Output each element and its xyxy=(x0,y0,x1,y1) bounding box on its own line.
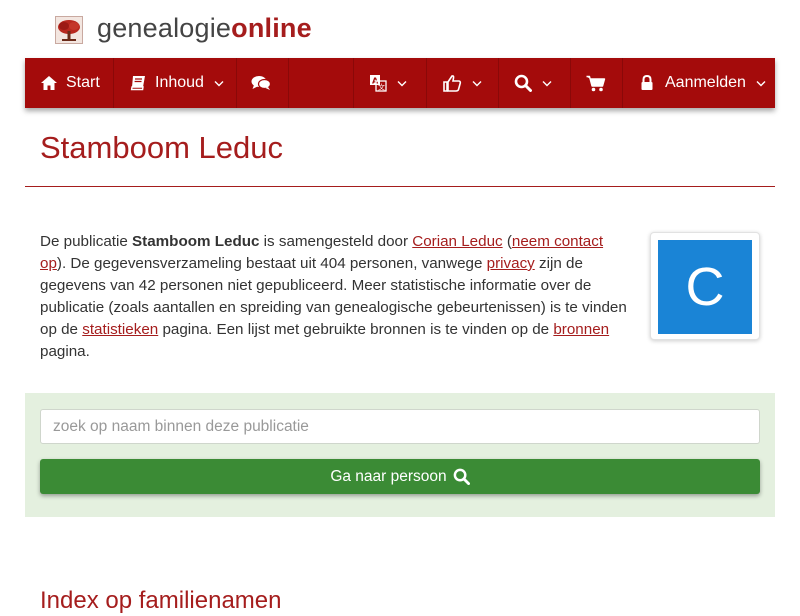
publication-intro: De publicatie Stamboom Leduc is samenges… xyxy=(40,231,630,363)
go-to-person-label: Ga naar persoon xyxy=(330,467,447,485)
intro-text: ). De gegevensverzameling bestaat uit 40… xyxy=(56,255,487,272)
home-icon xyxy=(40,75,58,91)
nav-contents-label: Inhoud xyxy=(155,74,204,91)
person-search-input[interactable] xyxy=(40,409,760,444)
logo-text-genealogie: genealogie xyxy=(97,13,232,43)
nav-share[interactable] xyxy=(442,58,482,108)
intro-text: is samengesteld door xyxy=(259,233,413,250)
nav-login-label: Aanmelden xyxy=(665,74,746,91)
chevron-down-icon xyxy=(756,80,766,87)
nav-language[interactable]: A文 xyxy=(369,58,407,108)
chevron-down-icon xyxy=(214,80,224,87)
thumbs-up-icon xyxy=(442,74,462,92)
nav-divider xyxy=(353,58,354,108)
nav-divider xyxy=(426,58,427,108)
nav-search[interactable] xyxy=(514,58,552,108)
book-icon xyxy=(130,75,147,91)
language-icon: A文 xyxy=(369,74,387,92)
intro-text: pagina. xyxy=(40,343,90,360)
logo-tree-icon[interactable] xyxy=(55,16,83,44)
nav-login[interactable]: Aanmelden xyxy=(640,58,766,108)
nav-start[interactable]: Start xyxy=(40,58,100,108)
title-divider xyxy=(25,186,775,187)
nav-contents[interactable]: Inhoud xyxy=(130,58,224,108)
chevron-down-icon xyxy=(397,80,407,87)
intro-text: De publicatie xyxy=(40,233,133,250)
statistics-link[interactable]: statistieken xyxy=(82,321,158,338)
logo-text-online: online xyxy=(231,13,312,43)
nav-divider xyxy=(113,58,114,108)
comments-icon xyxy=(251,75,271,91)
nav-forum[interactable] xyxy=(251,58,271,108)
nav-divider xyxy=(570,58,571,108)
privacy-link[interactable]: privacy xyxy=(487,255,535,272)
avatar: C xyxy=(658,240,752,334)
intro-text: ( xyxy=(502,233,512,250)
search-icon xyxy=(514,74,532,92)
nav-divider xyxy=(288,58,289,108)
lock-icon xyxy=(640,75,654,91)
site-header: genealogieonline xyxy=(0,0,800,58)
cart-icon xyxy=(586,75,606,92)
chevron-down-icon xyxy=(542,80,552,87)
intro-text: pagina. Een lijst met gebruikte bronnen … xyxy=(158,321,554,338)
nav-shop[interactable] xyxy=(586,58,606,108)
chevron-down-icon xyxy=(472,80,482,87)
author-avatar-card[interactable]: C xyxy=(650,232,760,340)
search-icon xyxy=(453,468,470,485)
publication-name: Stamboom Leduc xyxy=(132,233,260,250)
site-logo[interactable]: genealogieonline xyxy=(97,12,312,44)
nav-divider xyxy=(498,58,499,108)
person-search-panel: Ga naar persoon xyxy=(25,393,775,517)
svg-text:文: 文 xyxy=(378,83,385,92)
page-title: Stamboom Leduc xyxy=(40,130,283,165)
go-to-person-button[interactable]: Ga naar persoon xyxy=(40,459,760,494)
nav-divider xyxy=(622,58,623,108)
nav-start-label: Start xyxy=(66,74,100,91)
surname-index-heading: Index op familienamen xyxy=(40,587,282,614)
main-navbar: Start Inhoud A文 Aanmelden xyxy=(25,58,775,108)
author-link[interactable]: Corian Leduc xyxy=(412,233,502,250)
sources-link[interactable]: bronnen xyxy=(553,321,609,338)
nav-divider xyxy=(236,58,237,108)
